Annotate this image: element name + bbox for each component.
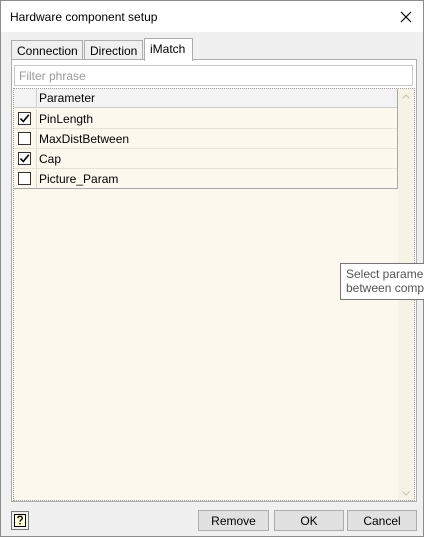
table-row[interactable]: Picture_Param [14, 169, 398, 189]
help-icon [14, 514, 26, 527]
row-checkbox[interactable] [18, 152, 31, 165]
tooltip-line: between comp [346, 281, 424, 295]
close-button[interactable] [389, 1, 423, 32]
chevron-down-icon [402, 490, 410, 496]
table-row[interactable]: PinLength [14, 109, 398, 129]
tooltip: Select parame between comp [340, 263, 424, 300]
tab-connection[interactable]: Connection [11, 40, 83, 60]
tooltip-line: Select parame [346, 267, 424, 281]
ok-button[interactable]: OK [274, 510, 344, 531]
checkbox-cell [14, 169, 37, 189]
checkmark-icon [19, 114, 30, 123]
row-checkbox[interactable] [18, 172, 31, 185]
remove-button[interactable]: Remove [198, 510, 269, 531]
grid-rows-border [14, 188, 398, 189]
parameter-name: MaxDistBetween [39, 132, 130, 146]
help-button[interactable] [11, 511, 29, 530]
close-icon [400, 11, 412, 22]
checkbox-cell [14, 149, 37, 169]
column-header-parameter[interactable]: Parameter [39, 91, 95, 105]
tab-direction[interactable]: Direction [84, 40, 143, 60]
parameter-name: Picture_Param [39, 172, 119, 186]
parameter-name: PinLength [39, 112, 94, 126]
checkbox-cell [14, 109, 37, 129]
checkmark-icon [19, 154, 30, 163]
grid-header: Parameter [14, 89, 398, 108]
scroll-down-button[interactable] [398, 486, 414, 500]
parameter-name: Cap [39, 152, 62, 166]
cancel-button[interactable]: Cancel [347, 510, 417, 531]
row-checkbox[interactable] [18, 112, 31, 125]
window-title: Hardware component setup [10, 10, 158, 24]
checkbox-cell [14, 129, 37, 149]
tab-imatch[interactable]: iMatch [144, 38, 193, 61]
header-check-column [14, 89, 37, 108]
table-row[interactable]: Cap [14, 149, 398, 169]
filter-input[interactable] [14, 65, 413, 86]
scroll-up-button[interactable] [398, 89, 414, 103]
table-row[interactable]: MaxDistBetween [14, 129, 398, 149]
title-bar: Hardware component setup [1, 1, 423, 32]
chevron-up-icon [402, 93, 410, 99]
dialog-window: Hardware component setup Connection Dire… [0, 0, 424, 537]
row-checkbox[interactable] [18, 132, 31, 145]
